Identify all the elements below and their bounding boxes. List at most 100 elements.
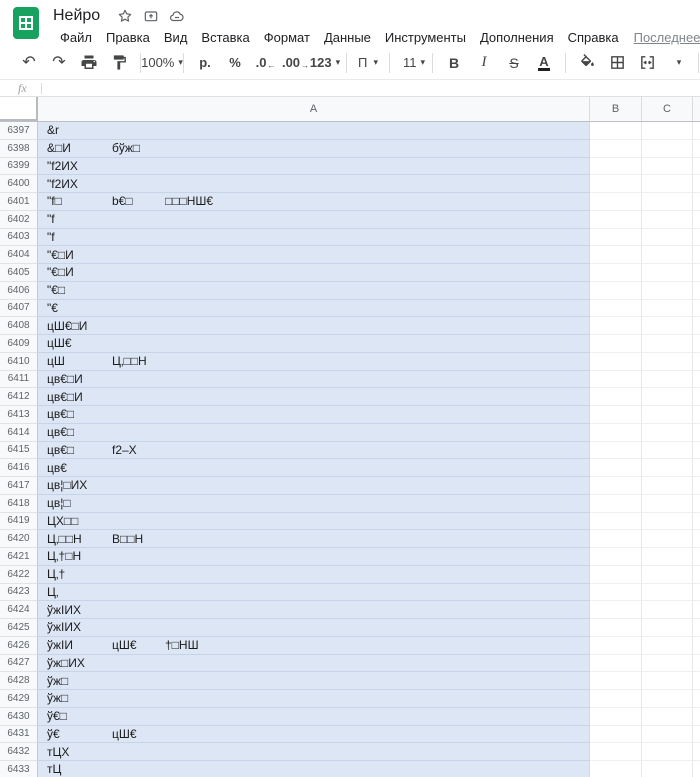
print-icon[interactable] — [77, 51, 101, 75]
cell-a-selected[interactable]: "f — [38, 211, 590, 229]
cell-d[interactable] — [693, 140, 700, 158]
cell-b[interactable] — [590, 229, 642, 247]
cell-b[interactable] — [590, 406, 642, 424]
increase-decimal-button[interactable]: .00 → — [283, 51, 307, 75]
column-header-b[interactable]: B — [590, 97, 642, 121]
font-family-select[interactable]: По умолча... ▾ — [356, 51, 380, 75]
cell-c[interactable] — [642, 477, 693, 495]
cell-b[interactable] — [590, 158, 642, 176]
row-header[interactable]: 6405 — [0, 264, 38, 282]
cell-c[interactable] — [642, 158, 693, 176]
row-header[interactable]: 6423 — [0, 584, 38, 602]
cell-d[interactable] — [693, 158, 700, 176]
row-header[interactable]: 6432 — [0, 743, 38, 761]
cell-c[interactable] — [642, 761, 693, 777]
cell-d[interactable] — [693, 406, 700, 424]
cell-a-selected[interactable]: ўж□ИХ — [38, 655, 590, 673]
cell-d[interactable] — [693, 655, 700, 673]
cell-b[interactable] — [590, 530, 642, 548]
cell-d[interactable] — [693, 690, 700, 708]
borders-icon[interactable] — [605, 51, 629, 75]
cell-c[interactable] — [642, 513, 693, 531]
row-header[interactable]: 6418 — [0, 495, 38, 513]
cell-b[interactable] — [590, 371, 642, 389]
menu-item-4[interactable]: Вставка — [194, 28, 256, 47]
cell-a-selected[interactable]: цШ€ — [38, 335, 590, 353]
cell-d[interactable] — [693, 513, 700, 531]
cell-d[interactable] — [693, 211, 700, 229]
row-header[interactable]: 6433 — [0, 761, 38, 777]
cell-a-selected[interactable]: ЦХ□□ — [38, 513, 590, 531]
cell-b[interactable] — [590, 175, 642, 193]
row-header[interactable]: 6416 — [0, 459, 38, 477]
cell-c[interactable] — [642, 743, 693, 761]
cell-c[interactable] — [642, 690, 693, 708]
cell-b[interactable] — [590, 122, 642, 140]
cell-a-selected[interactable]: Ц‚† — [38, 566, 590, 584]
cell-b[interactable] — [590, 300, 642, 318]
cell-d[interactable] — [693, 264, 700, 282]
row-header[interactable]: 6412 — [0, 388, 38, 406]
font-size-select[interactable]: 11 ▾ — [399, 51, 423, 75]
cell-c[interactable] — [642, 211, 693, 229]
cell-c[interactable] — [642, 122, 693, 140]
menu-item-7[interactable]: Инструменты — [378, 28, 473, 47]
row-header[interactable]: 6406 — [0, 282, 38, 300]
cell-d[interactable] — [693, 566, 700, 584]
row-header[interactable]: 6419 — [0, 513, 38, 531]
cell-c[interactable] — [642, 300, 693, 318]
cell-b[interactable] — [590, 459, 642, 477]
cell-d[interactable] — [693, 353, 700, 371]
row-header[interactable]: 6430 — [0, 708, 38, 726]
row-header[interactable]: 6413 — [0, 406, 38, 424]
cell-d[interactable] — [693, 708, 700, 726]
cell-a-selected[interactable]: ўж□ — [38, 690, 590, 708]
cell-d[interactable] — [693, 584, 700, 602]
cell-a-selected[interactable]: Ц‚□□НВ□□Н — [38, 530, 590, 548]
cell-d[interactable] — [693, 175, 700, 193]
cell-a-selected[interactable]: цШЦ‚□□Н — [38, 353, 590, 371]
cloud-status-icon[interactable] — [169, 8, 185, 24]
cell-b[interactable] — [590, 424, 642, 442]
cell-d[interactable] — [693, 601, 700, 619]
cell-c[interactable] — [642, 140, 693, 158]
cell-b[interactable] — [590, 388, 642, 406]
document-title[interactable]: Нейро — [53, 7, 100, 25]
cell-c[interactable] — [642, 406, 693, 424]
cell-c[interactable] — [642, 655, 693, 673]
italic-button[interactable]: I — [472, 51, 496, 75]
cell-b[interactable] — [590, 513, 642, 531]
menu-item-6[interactable]: Данные — [317, 28, 378, 47]
cell-a-selected[interactable]: ўжIИцШ€†□НШ — [38, 637, 590, 655]
cell-c[interactable] — [642, 495, 693, 513]
paint-format-icon[interactable] — [107, 51, 131, 75]
cell-a-selected[interactable]: ў€□ — [38, 708, 590, 726]
row-header[interactable]: 6401 — [0, 193, 38, 211]
cell-c[interactable] — [642, 264, 693, 282]
cell-b[interactable] — [590, 193, 642, 211]
row-header[interactable]: 6426 — [0, 637, 38, 655]
cell-d[interactable] — [693, 122, 700, 140]
cell-a-selected[interactable]: "f2ИХ — [38, 158, 590, 176]
row-header[interactable]: 6427 — [0, 655, 38, 673]
cell-d[interactable] — [693, 424, 700, 442]
text-color-button[interactable]: A — [532, 51, 556, 75]
cell-d[interactable] — [693, 282, 700, 300]
row-header[interactable]: 6407 — [0, 300, 38, 318]
row-header[interactable]: 6428 — [0, 672, 38, 690]
cell-d[interactable] — [693, 335, 700, 353]
cell-d[interactable] — [693, 317, 700, 335]
cell-a-selected[interactable]: "€□И — [38, 246, 590, 264]
cell-d[interactable] — [693, 442, 700, 460]
cell-a-selected[interactable]: ўжIИХ — [38, 619, 590, 637]
cell-d[interactable] — [693, 388, 700, 406]
cell-c[interactable] — [642, 388, 693, 406]
cell-a-selected[interactable]: ў€цШ€ — [38, 726, 590, 744]
cell-c[interactable] — [642, 530, 693, 548]
column-header-d[interactable] — [693, 97, 700, 121]
row-header[interactable]: 6417 — [0, 477, 38, 495]
menu-item-9[interactable]: Справка — [561, 28, 626, 47]
row-header[interactable]: 6421 — [0, 548, 38, 566]
row-header[interactable]: 6424 — [0, 601, 38, 619]
cell-d[interactable] — [693, 726, 700, 744]
